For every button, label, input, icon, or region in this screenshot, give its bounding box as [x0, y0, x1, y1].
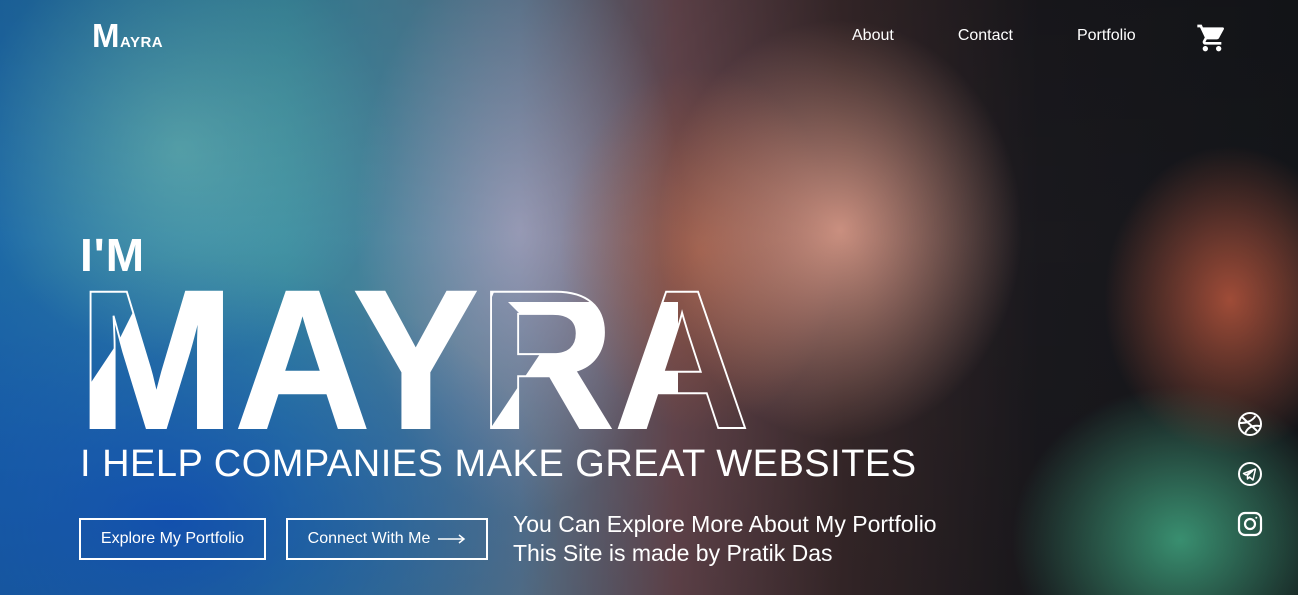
connect-label: Connect With Me [307, 530, 431, 547]
logo-initial: M [92, 17, 120, 54]
dribbble-icon[interactable] [1237, 411, 1263, 437]
hero-info: You Can Explore More About My Portfolio … [513, 510, 937, 568]
nav-contact[interactable]: Contact [958, 27, 1013, 45]
main-nav: About Contact Portfolio [852, 27, 1136, 45]
logo[interactable]: Mayra [92, 18, 163, 58]
hero-name: MAYRA MAYRA [77, 248, 751, 471]
telegram-icon[interactable] [1237, 461, 1263, 487]
nav-portfolio[interactable]: Portfolio [1077, 27, 1136, 45]
info-line-2: This Site is made by Pratik Das [513, 540, 833, 566]
explore-portfolio-label: Explore My Portfolio [100, 530, 245, 547]
logo-rest: ayra [120, 27, 164, 52]
connect-button[interactable]: Connect With Me [286, 518, 488, 560]
hero-tagline: I HELP COMPANIES MAKE GREAT WEBSITES [80, 443, 917, 485]
instagram-icon[interactable] [1237, 511, 1263, 537]
info-line-1: You Can Explore More About My Portfolio [513, 511, 937, 537]
cart-icon[interactable] [1196, 22, 1228, 54]
arrow-right-icon [438, 534, 466, 544]
nav-about[interactable]: About [852, 27, 894, 45]
explore-portfolio-button[interactable]: Explore My Portfolio [79, 518, 266, 560]
